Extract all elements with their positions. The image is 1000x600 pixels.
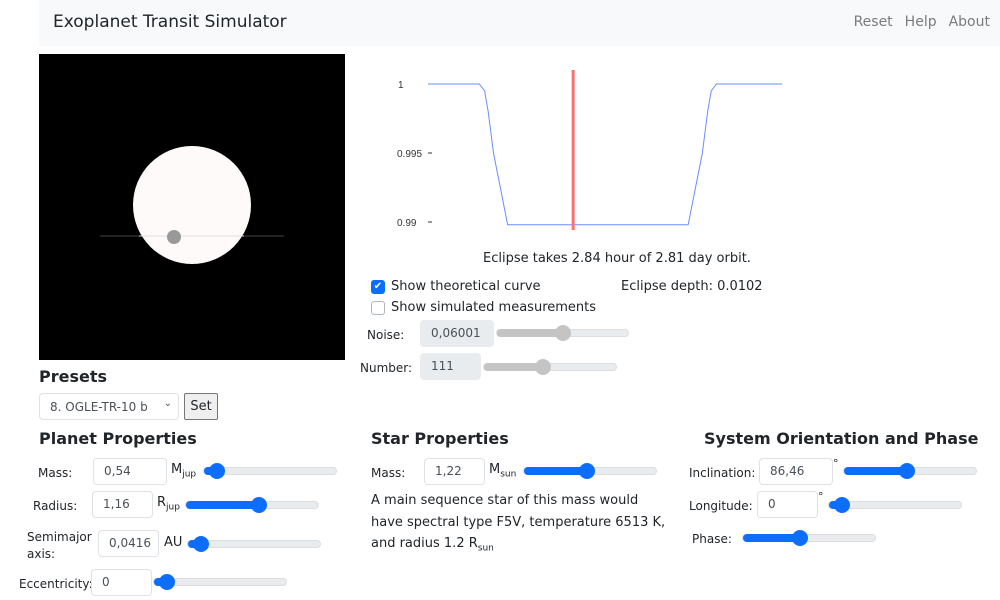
slider-thumb[interactable]: [554, 325, 571, 341]
set-preset-button[interactable]: Set: [184, 393, 218, 420]
nav-links: Reset Help About: [854, 14, 990, 30]
y-tick-label: 1: [398, 80, 404, 91]
planet-semimajor-unit: AU: [164, 535, 183, 550]
slider-thumb[interactable]: [579, 463, 596, 479]
slider-fill: [844, 467, 908, 475]
planet-mass-label: Mass:: [38, 466, 73, 480]
slider-thumb[interactable]: [209, 463, 226, 479]
nav-reset-link[interactable]: Reset: [854, 14, 893, 30]
phase-slider[interactable]: [742, 530, 876, 546]
light-curve-svg: 1 0.995 0.99: [397, 70, 782, 230]
planet-properties-heading: Planet Properties: [39, 429, 197, 448]
star-description: A main sequence star of this mass would …: [371, 493, 666, 554]
slider-thumb[interactable]: [193, 536, 210, 552]
inclination-label: Inclination:: [689, 466, 756, 480]
slider-fill: [186, 501, 259, 509]
star-mass-label: Mass:: [371, 466, 406, 480]
slider-thumb[interactable]: [159, 574, 176, 590]
number-slider[interactable]: [483, 359, 617, 375]
eclipse-duration-text: Eclipse takes 2.84 hour of 2.81 day orbi…: [483, 251, 751, 266]
star-properties-heading: Star Properties: [371, 429, 509, 448]
y-tick-label: 0.99: [397, 218, 417, 229]
planet-disc: [167, 230, 181, 244]
planet-mass-unit: Mjup: [171, 462, 197, 480]
slider-thumb[interactable]: [899, 463, 916, 479]
slider-thumb[interactable]: [535, 359, 552, 375]
inclination-degree-unit: °: [833, 457, 839, 470]
show-measurements-row[interactable]: Show simulated measurements: [371, 300, 596, 315]
planet-radius-unit: Rjup: [157, 495, 180, 513]
show-theoretical-checkbox[interactable]: ✔: [371, 279, 385, 294]
longitude-slider[interactable]: [828, 497, 962, 513]
planet-radius-slider[interactable]: [185, 497, 319, 513]
show-theoretical-label: Show theoretical curve: [391, 279, 541, 294]
orbit-view-svg: [100, 146, 284, 264]
number-input[interactable]: 111: [420, 353, 481, 380]
orientation-heading: System Orientation and Phase: [704, 429, 979, 448]
noise-input[interactable]: 0,06001: [420, 320, 494, 347]
planet-mass-input[interactable]: 0,54: [93, 458, 167, 485]
planet-radius-label: Radius:: [33, 499, 78, 513]
slider-fill: [524, 467, 588, 475]
noise-slider[interactable]: [496, 325, 629, 341]
light-curve-line: [428, 83, 782, 226]
slider-thumb[interactable]: [791, 530, 808, 546]
show-theoretical-row[interactable]: ✔ Show theoretical curve: [371, 279, 541, 294]
eclipse-depth-text: Eclipse depth: 0.0102: [621, 279, 763, 294]
star-mass-unit: Msun: [489, 462, 517, 480]
chevron-down-icon: ⌄: [163, 398, 172, 409]
preset-select[interactable]: 8. OGLE-TR-10 b ⌄: [39, 393, 179, 420]
star-mass-slider[interactable]: [523, 463, 657, 479]
show-measurements-label: Show simulated measurements: [391, 300, 597, 315]
slider-thumb[interactable]: [250, 497, 267, 513]
planet-mass-slider[interactable]: [203, 463, 337, 479]
orbit-view-canvas: [39, 54, 345, 360]
star-disc: [133, 146, 251, 264]
app-title: Exoplanet Transit Simulator: [53, 12, 287, 32]
slider-fill: [497, 329, 563, 337]
nav-help-link[interactable]: Help: [905, 14, 937, 30]
inclination-input[interactable]: 86,46: [759, 458, 833, 485]
longitude-input[interactable]: 0: [757, 491, 818, 518]
show-measurements-checkbox[interactable]: [371, 300, 385, 315]
presets-heading: Presets: [39, 367, 108, 386]
planet-semimajor-input[interactable]: 0,0416: [98, 530, 159, 557]
slider-thumb[interactable]: [834, 497, 851, 513]
planet-semimajor-slider[interactable]: [187, 536, 321, 552]
planet-eccentricity-input[interactable]: 0: [91, 569, 152, 596]
inclination-slider[interactable]: [843, 463, 977, 479]
navbar: Exoplanet Transit Simulator Reset Help A…: [39, 0, 1000, 46]
y-tick-label: 0.995: [397, 149, 422, 160]
planet-eccentricity-slider[interactable]: [153, 574, 287, 590]
planet-radius-input[interactable]: 1,16: [92, 491, 153, 518]
star-mass-input[interactable]: 1,22: [424, 458, 485, 485]
planet-semimajor-label: Semimajor axis:: [27, 530, 92, 561]
nav-about-link[interactable]: About: [949, 14, 990, 30]
light-curve-chart: 1 0.995 0.99: [360, 60, 800, 240]
phase-label: Phase:: [692, 532, 732, 546]
planet-eccentricity-label: Eccentricity:: [19, 577, 93, 591]
noise-label: Noise:: [367, 328, 405, 342]
preset-selected-value: 8. OGLE-TR-10 b: [50, 400, 148, 414]
longitude-label: Longitude:: [689, 499, 753, 513]
longitude-degree-unit: °: [818, 490, 824, 503]
number-label: Number:: [360, 361, 413, 375]
